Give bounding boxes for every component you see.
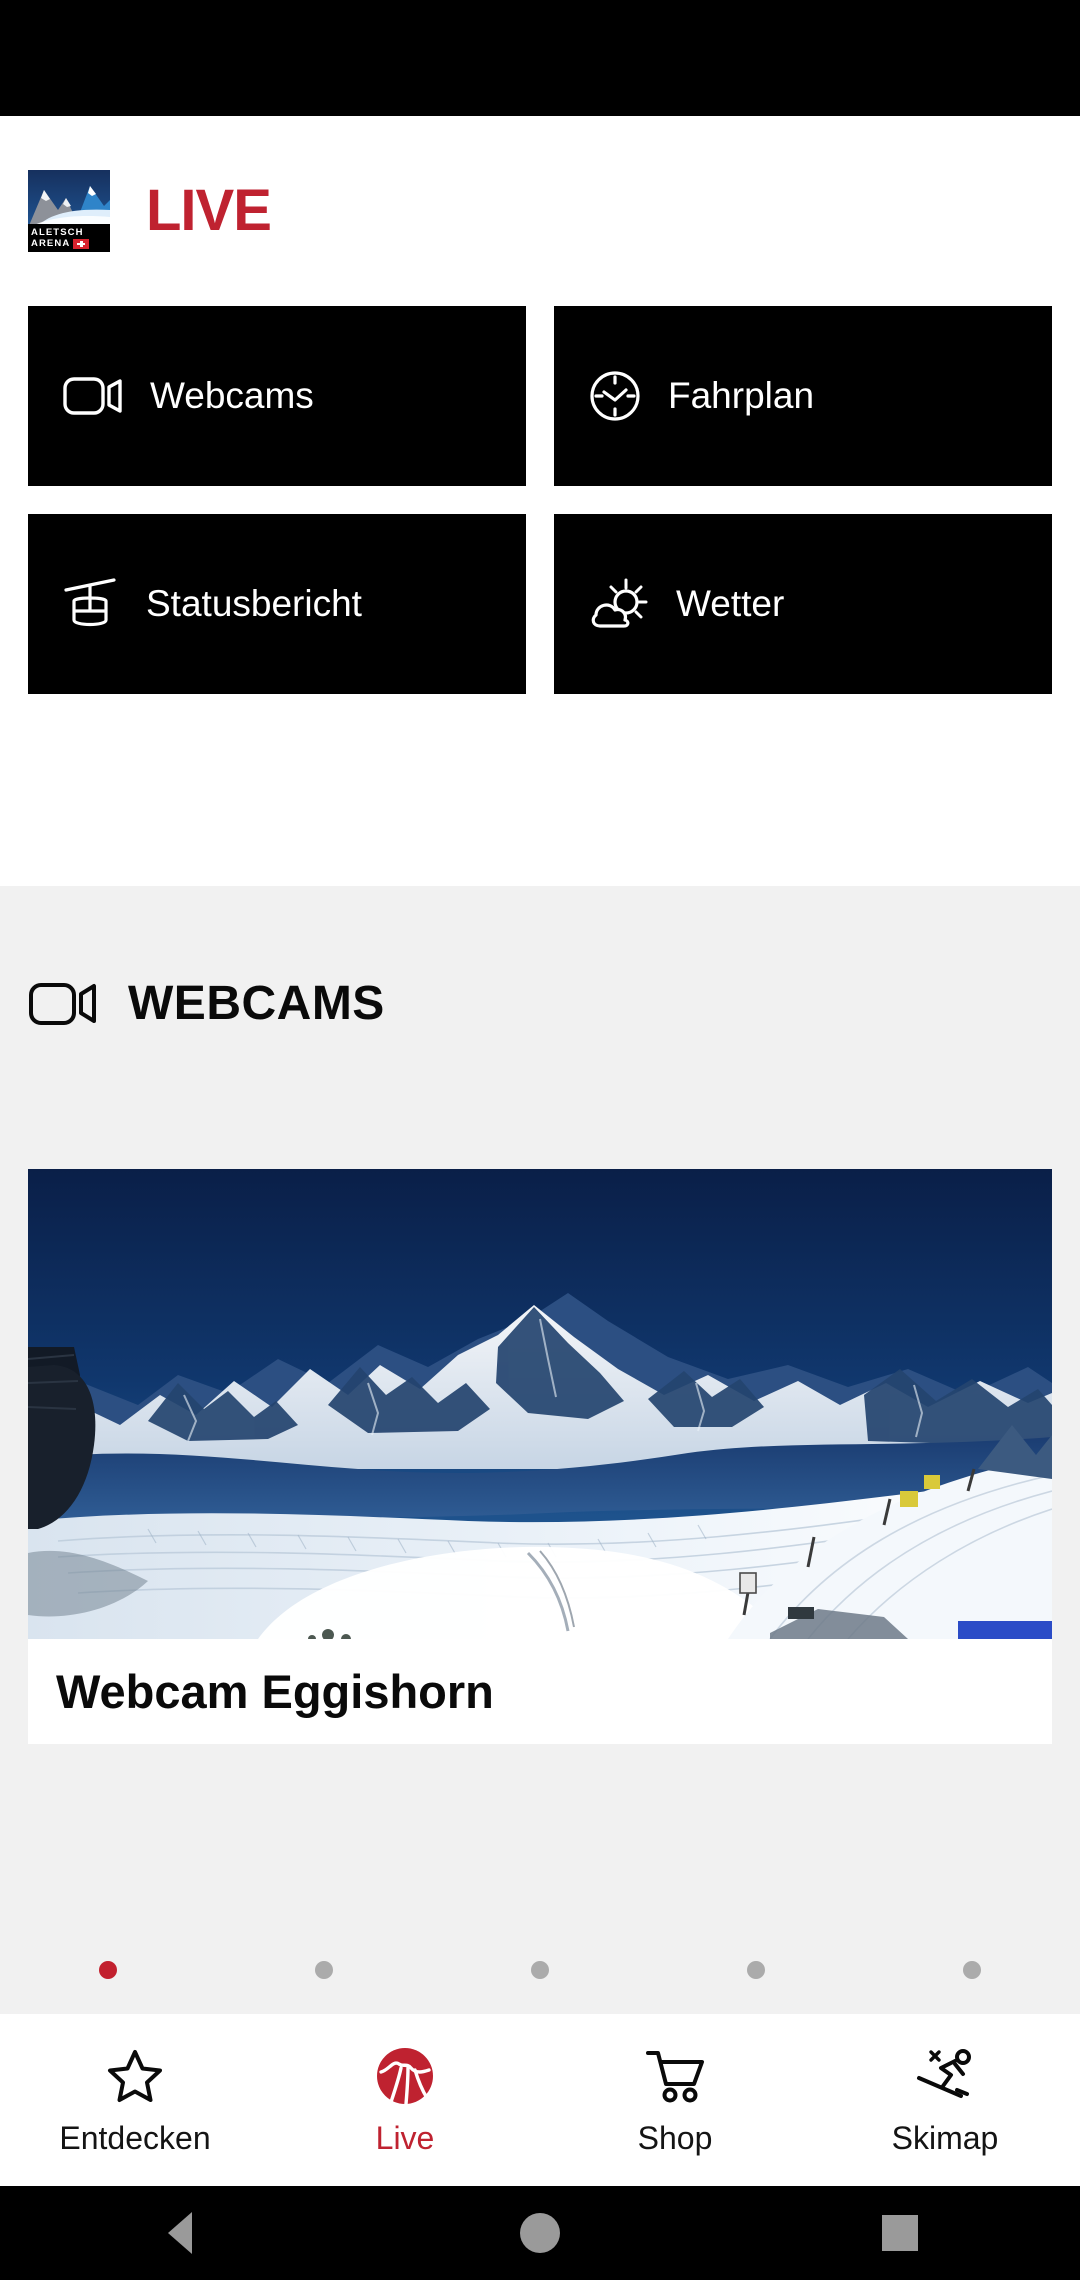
tile-wetter[interactable]: Wetter <box>554 514 1052 694</box>
logo-text-line2: ARENA <box>31 238 71 249</box>
circle-home-icon <box>520 2213 560 2253</box>
tile-fahrplan[interactable]: Fahrplan <box>554 306 1052 486</box>
shopping-cart-icon <box>646 2051 704 2103</box>
triangle-back-icon <box>168 2212 192 2254</box>
aletsch-live-logo-icon <box>377 2048 433 2106</box>
tab-live[interactable]: Live <box>270 2045 540 2155</box>
webcam-caption: Webcam Eggishorn <box>28 1639 1052 1744</box>
logo-nameplate: ALETSCH ARENA <box>28 224 110 252</box>
swiss-flag-icon <box>73 238 90 249</box>
tab-entdecken[interactable]: Entdecken <box>0 2045 270 2155</box>
star-icon <box>108 2050 162 2102</box>
bottom-tab-bar: Entdecken Live Shop Skimap <box>0 2014 1080 2186</box>
aletsch-arena-logo: ALETSCH ARENA <box>28 170 110 252</box>
tab-label: Shop <box>637 2120 713 2156</box>
tile-statusbericht[interactable]: Statusbericht <box>28 514 526 694</box>
carousel-dot-active[interactable] <box>99 1961 117 1979</box>
nav-back-button[interactable] <box>0 2212 360 2254</box>
skier-icon <box>917 2049 971 2098</box>
webcam-image[interactable] <box>28 1169 1052 1639</box>
webcams-section: WEBCAMS Webcam Eggishorn <box>0 886 1080 2014</box>
logo-text-line1: ALETSCH <box>31 227 84 238</box>
carousel-indicator <box>0 1961 1080 1979</box>
tile-label: Fahrplan <box>668 375 815 416</box>
carousel-dot[interactable] <box>963 1961 981 1979</box>
gondola-icon <box>64 578 116 627</box>
webcam-photo-eggishorn <box>28 1169 1052 1639</box>
tab-label: Skimap <box>891 2120 999 2156</box>
webcam-caption-text: Webcam Eggishorn <box>56 1664 494 1718</box>
tile-label: Statusbericht <box>146 583 362 624</box>
video-camera-icon <box>63 377 122 415</box>
tab-shop[interactable]: Shop <box>540 2045 810 2155</box>
tile-label: Wetter <box>676 583 785 624</box>
webcam-card[interactable]: Webcam Eggishorn <box>28 1169 1052 1744</box>
webcams-section-header: WEBCAMS <box>0 886 1080 1030</box>
app-header: ALETSCH ARENA LIVE <box>0 116 1080 306</box>
carousel-dot[interactable] <box>315 1961 333 1979</box>
video-camera-icon <box>29 983 96 1025</box>
nav-home-button[interactable] <box>360 2213 720 2253</box>
clock-icon <box>590 371 640 421</box>
tile-webcams[interactable]: Webcams <box>28 306 526 486</box>
tab-skimap[interactable]: Skimap <box>810 2045 1080 2155</box>
quick-action-tiles: Webcams Fahrplan Statusbericht Wetter <box>0 306 1080 886</box>
carousel-dot[interactable] <box>747 1961 765 1979</box>
section-title: WEBCAMS <box>128 977 385 1030</box>
nav-recents-button[interactable] <box>720 2215 1080 2251</box>
tab-label: Live <box>375 2120 435 2156</box>
square-recents-icon <box>882 2215 918 2251</box>
sun-cloud-icon <box>591 578 648 628</box>
tile-label: Webcams <box>150 375 314 416</box>
android-status-bar <box>0 0 1080 116</box>
logo-mountains-icon <box>28 186 110 228</box>
tab-label: Entdecken <box>59 2120 211 2156</box>
carousel-dot[interactable] <box>531 1961 549 1979</box>
page-title: LIVE <box>146 178 272 243</box>
android-navigation-bar <box>0 2186 1080 2280</box>
